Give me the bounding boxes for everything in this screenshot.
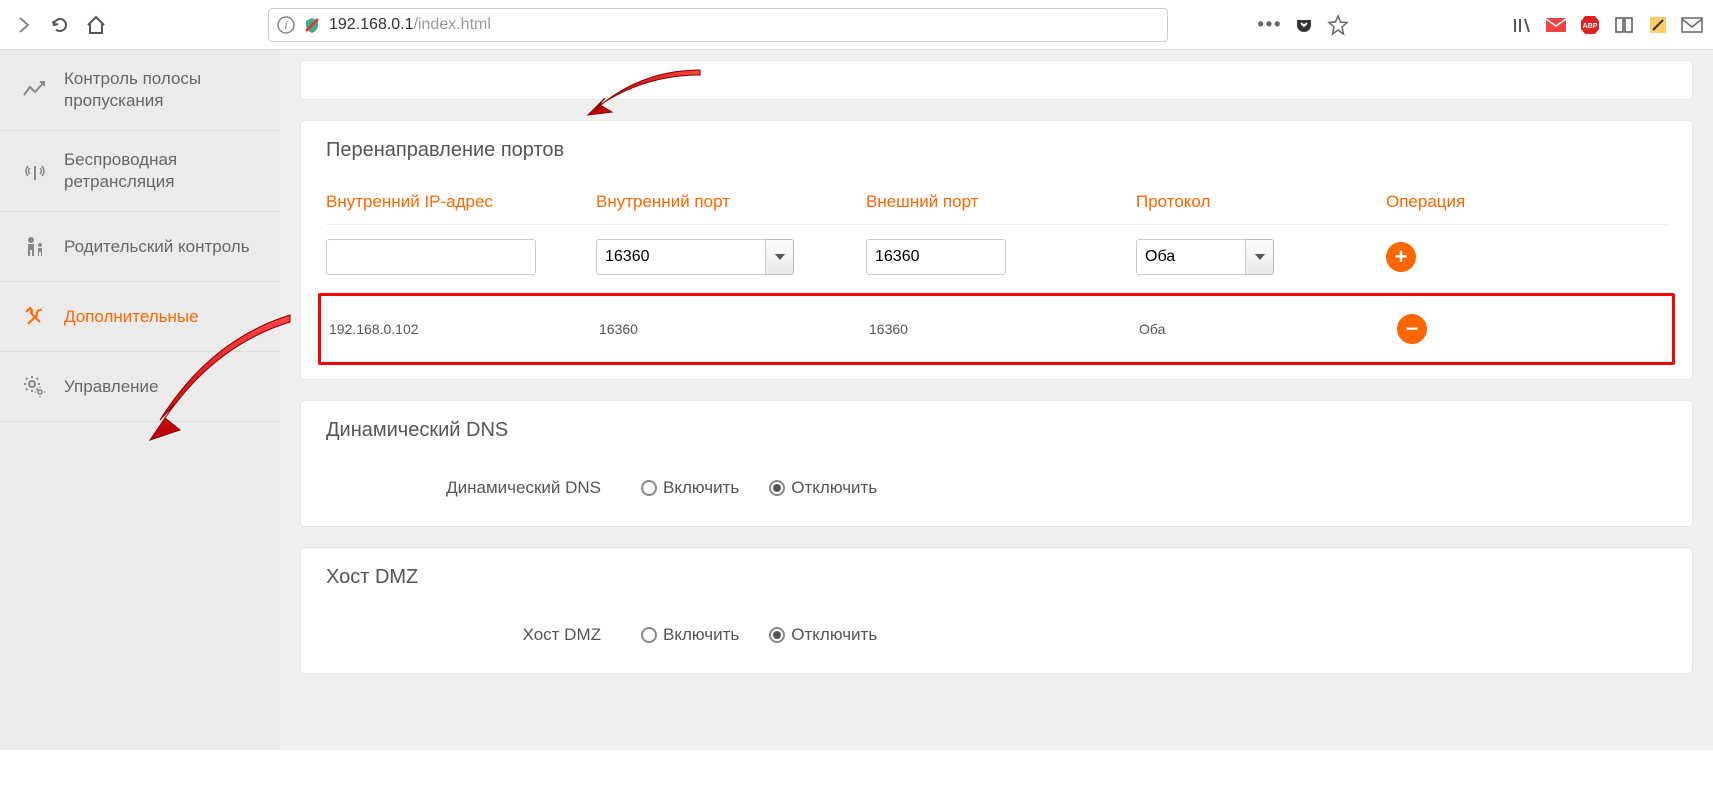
star-icon[interactable] (1327, 14, 1349, 36)
svg-text:i: i (285, 20, 288, 32)
home-button[interactable] (82, 11, 110, 39)
dmz-row: Хост DMZ Включить Отключить (301, 607, 1692, 663)
sidebar-item-label: Родительский контроль (64, 236, 250, 258)
url-bar[interactable]: i 192.168.0.1/index.html (268, 8, 1168, 42)
toolbar-icons: ••• ABP (1259, 14, 1703, 36)
card-title: Динамический DNS (301, 401, 1692, 460)
col-internal-port: Внутренний порт (596, 192, 866, 212)
col-external-port: Внешний порт (866, 192, 1136, 212)
more-icon[interactable]: ••• (1259, 14, 1281, 36)
col-internal-ip: Внутренний IP-адрес (326, 192, 596, 212)
sidebar: Контроль полосы пропускания Беспроводная… (0, 50, 280, 750)
radio-icon (769, 480, 785, 496)
dmz-enable-option[interactable]: Включить (641, 625, 739, 645)
reload-button[interactable] (46, 11, 74, 39)
browser-toolbar: i 192.168.0.1/index.html ••• ABP (0, 0, 1713, 50)
add-rule-button[interactable]: + (1386, 242, 1416, 272)
radio-icon (641, 627, 657, 643)
table-row: 192.168.0.102 16360 16360 Оба − (318, 293, 1675, 365)
pocket-icon[interactable] (1293, 14, 1315, 36)
port-forwarding-card: Перенаправление портов Внутренний IP-адр… (300, 120, 1693, 380)
ddns-enable-option[interactable]: Включить (641, 478, 739, 498)
gear-icon (20, 372, 50, 402)
internal-ip-input[interactable] (326, 239, 536, 275)
radio-icon (641, 480, 657, 496)
wireless-icon (20, 156, 50, 186)
remove-rule-button[interactable]: − (1397, 314, 1427, 344)
reader-icon[interactable] (1613, 14, 1635, 36)
forward-button[interactable] (10, 11, 38, 39)
ext-icon[interactable] (1647, 14, 1669, 36)
parental-icon (20, 232, 50, 262)
dmz-card: Хост DMZ Хост DMZ Включить Отключить (300, 547, 1693, 674)
sidebar-item-label: Дополнительные (64, 306, 199, 328)
card-title: Перенаправление портов (301, 121, 1692, 180)
ddns-disable-option[interactable]: Отключить (769, 478, 877, 498)
dmz-disable-option[interactable]: Отключить (769, 625, 877, 645)
card-title: Хост DMZ (301, 548, 1692, 607)
cell-external-port: 16360 (869, 321, 1139, 337)
url-text: 192.168.0.1/index.html (329, 16, 1159, 34)
ddns-card: Динамический DNS Динамический DNS Включи… (300, 400, 1693, 527)
tools-icon (20, 302, 50, 332)
ddns-label: Динамический DNS (381, 478, 601, 498)
protocol-select[interactable] (1136, 239, 1246, 275)
table-header: Внутренний IP-адрес Внутренний порт Внеш… (326, 180, 1667, 225)
sidebar-item-bandwidth[interactable]: Контроль полосы пропускания (0, 50, 280, 131)
col-protocol: Протокол (1136, 192, 1386, 212)
cell-protocol: Оба (1139, 321, 1389, 337)
sidebar-item-management[interactable]: Управление (0, 352, 280, 422)
cell-internal-port: 16360 (599, 321, 869, 337)
internal-port-dropdown[interactable] (766, 239, 794, 275)
sidebar-item-label: Контроль полосы пропускания (64, 68, 260, 112)
gmail-icon[interactable] (1681, 14, 1703, 36)
internal-port-input[interactable] (596, 239, 766, 275)
content: Перенаправление портов Внутренний IP-адр… (280, 50, 1713, 750)
library-icon[interactable] (1511, 14, 1533, 36)
security-icon[interactable] (303, 16, 321, 34)
external-port-input[interactable] (866, 239, 1006, 275)
info-icon[interactable]: i (277, 16, 295, 34)
svg-text:ABP: ABP (1583, 23, 1598, 30)
abp-icon[interactable]: ABP (1579, 14, 1601, 36)
dmz-label: Хост DMZ (381, 625, 601, 645)
mail-icon[interactable] (1545, 14, 1567, 36)
radio-icon (769, 627, 785, 643)
spacer-card (300, 60, 1693, 100)
sidebar-item-label: Управление (64, 376, 159, 398)
sidebar-item-wireless[interactable]: Беспроводная ретрансляция (0, 131, 280, 212)
sidebar-item-parental[interactable]: Родительский контроль (0, 212, 280, 282)
col-operation: Операция (1386, 192, 1486, 212)
bandwidth-icon (20, 75, 50, 105)
protocol-dropdown[interactable] (1246, 239, 1274, 275)
new-entry-row: + (326, 225, 1667, 289)
cell-internal-ip: 192.168.0.102 (329, 321, 599, 337)
sidebar-item-advanced[interactable]: Дополнительные (0, 282, 280, 352)
sidebar-item-label: Беспроводная ретрансляция (64, 149, 260, 193)
ddns-row: Динамический DNS Включить Отключить (301, 460, 1692, 516)
